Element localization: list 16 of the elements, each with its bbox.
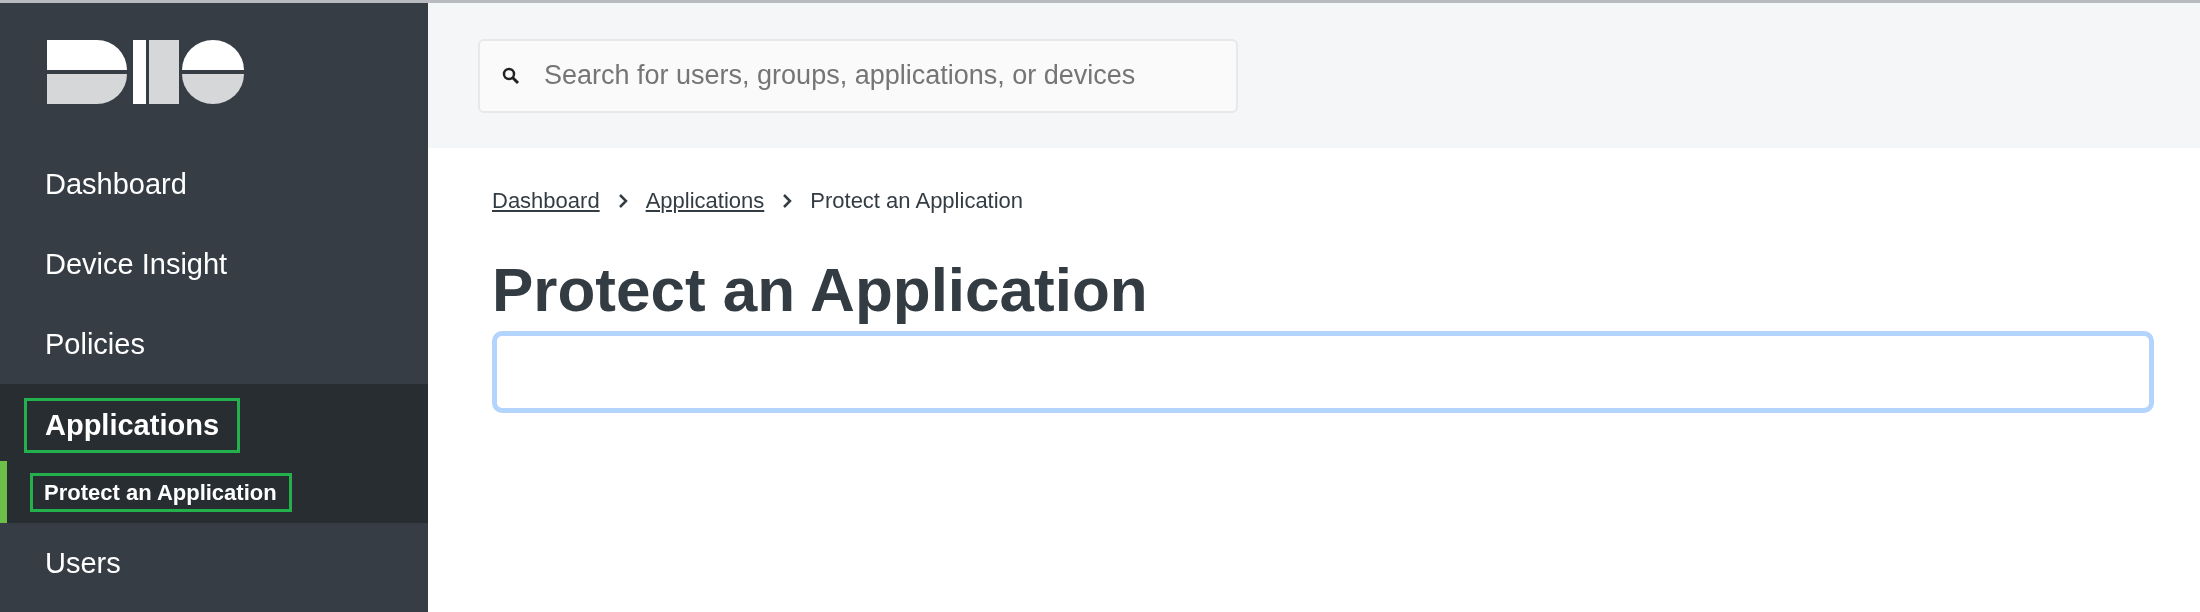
search-field[interactable]: Search for users, groups, applications, or devices (478, 38, 1238, 113)
nav-item[interactable]: Users (27, 538, 139, 588)
nav-item[interactable]: Device Insight (27, 239, 246, 289)
nav-item[interactable]: Applications (27, 401, 237, 450)
breadcrumb-link[interactable]: Dashboard (492, 188, 600, 214)
input-field[interactable] (492, 331, 2154, 414)
nav-item[interactable]: Dashboard (27, 159, 205, 209)
chevron-right-icon (617, 193, 628, 209)
nav-item[interactable]: Policies (27, 319, 163, 369)
page-title: Protect an Application (492, 254, 1149, 326)
logo-icon (47, 40, 244, 104)
nav-subitem[interactable]: Protect an Application (33, 475, 289, 509)
chevron-right-icon (782, 193, 793, 209)
breadcrumb-link[interactable]: Applications (645, 188, 765, 214)
search-icon (502, 66, 520, 85)
breadcrumb-current: Protect an Application (810, 188, 1024, 214)
